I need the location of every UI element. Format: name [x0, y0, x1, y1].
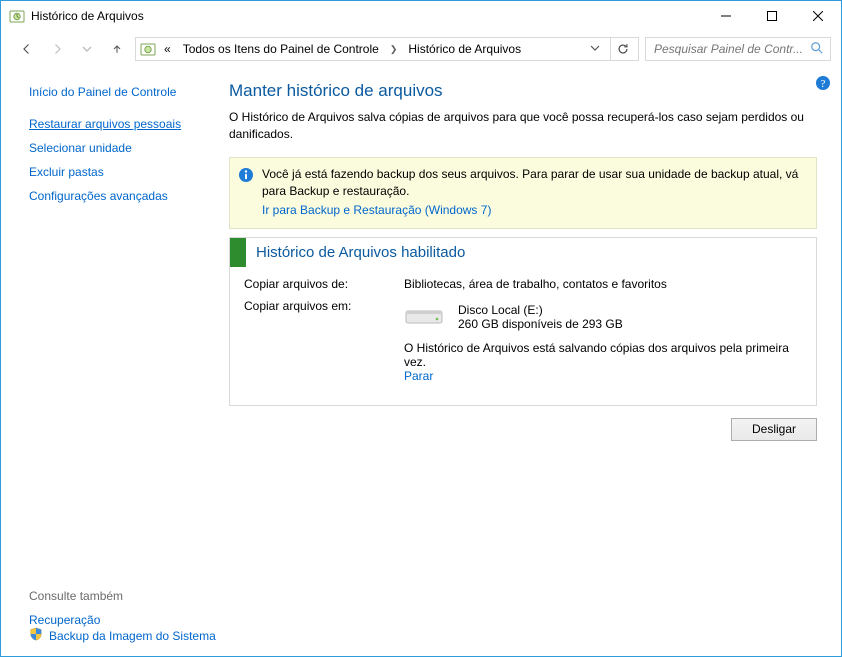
drive-name: Disco Local (E:) — [458, 303, 623, 317]
control-panel-home-link[interactable]: Início do Painel de Controle — [29, 85, 217, 99]
turn-off-button[interactable]: Desligar — [731, 418, 817, 441]
close-button[interactable] — [795, 1, 841, 31]
control-panel-icon — [140, 41, 156, 57]
window-controls — [703, 1, 841, 31]
search-icon[interactable] — [810, 41, 824, 58]
window: Histórico de Arquivos — [0, 0, 842, 657]
address-dropdown-button[interactable] — [584, 43, 606, 55]
page-heading: Manter histórico de arquivos — [229, 81, 817, 101]
sidebar-link-select-drive[interactable]: Selecionar unidade — [29, 141, 217, 155]
info-banner-link[interactable]: Ir para Backup e Restauração (Windows 7) — [262, 202, 491, 219]
maximize-button[interactable] — [749, 1, 795, 31]
search-input[interactable] — [652, 41, 824, 57]
status-header: Histórico de Arquivos habilitado — [230, 238, 816, 267]
status-title: Histórico de Arquivos habilitado — [246, 238, 475, 267]
status-panel: Histórico de Arquivos habilitado Copiar … — [229, 237, 817, 406]
breadcrumb-prefix: « — [160, 42, 175, 56]
control-panel-icon — [9, 8, 25, 24]
refresh-button[interactable] — [610, 38, 634, 60]
titlebar: Histórico de Arquivos — [1, 1, 841, 31]
window-title: Histórico de Arquivos — [31, 9, 144, 23]
back-button[interactable] — [15, 37, 39, 61]
see-also-system-image-backup[interactable]: Backup da Imagem do Sistema — [49, 629, 216, 643]
up-button[interactable] — [105, 37, 129, 61]
info-banner-body: Você já está fazendo backup dos seus arq… — [262, 166, 806, 220]
copy-from-value: Bibliotecas, área de trabalho, contatos … — [404, 277, 802, 291]
info-banner: Você já está fazendo backup dos seus arq… — [229, 157, 817, 229]
drive-space: 260 GB disponíveis de 293 GB — [458, 317, 623, 331]
see-also-heading: Consulte também — [29, 589, 217, 603]
minimize-button[interactable] — [703, 1, 749, 31]
address-bar[interactable]: « Todos os Itens do Painel de Controle ❯… — [135, 37, 639, 61]
forward-button[interactable] — [45, 37, 69, 61]
breadcrumb-item[interactable]: Histórico de Arquivos — [404, 42, 525, 56]
sidebar: Início do Painel de Controle Restaurar a… — [1, 67, 229, 656]
page-description: O Histórico de Arquivos salva cópias de … — [229, 109, 817, 143]
sidebar-link-exclude-folders[interactable]: Excluir pastas — [29, 165, 217, 179]
status-body: Copiar arquivos de: Bibliotecas, área de… — [230, 267, 816, 405]
progress-text: O Histórico de Arquivos está salvando có… — [404, 341, 789, 369]
sidebar-link-advanced[interactable]: Configurações avançadas — [29, 189, 217, 203]
stop-link[interactable]: Parar — [404, 369, 433, 383]
breadcrumb-item[interactable]: Todos os Itens do Painel de Controle — [179, 42, 383, 56]
main-content: Manter histórico de arquivos O Histórico… — [229, 67, 841, 656]
copy-to-label: Copiar arquivos em: — [244, 299, 404, 313]
shield-icon — [29, 627, 43, 644]
info-icon — [238, 167, 254, 220]
see-also-recovery[interactable]: Recuperação — [29, 613, 100, 627]
see-also-section: Consulte também Recuperação Backup da Im… — [29, 589, 217, 644]
sidebar-link-restore[interactable]: Restaurar arquivos pessoais — [29, 117, 217, 131]
search-box[interactable] — [645, 37, 831, 61]
info-banner-text: Você já está fazendo backup dos seus arq… — [262, 167, 798, 198]
button-row: Desligar — [229, 418, 817, 441]
status-indicator-icon — [230, 238, 246, 267]
nav-row: « Todos os Itens do Painel de Controle ❯… — [1, 31, 841, 67]
chevron-right-icon[interactable]: ❯ — [387, 44, 401, 55]
hard-drive-icon — [404, 303, 444, 327]
body: ? Início do Painel de Controle Restaurar… — [1, 67, 841, 656]
copy-from-label: Copiar arquivos de: — [244, 277, 404, 291]
recent-locations-button[interactable] — [75, 37, 99, 61]
